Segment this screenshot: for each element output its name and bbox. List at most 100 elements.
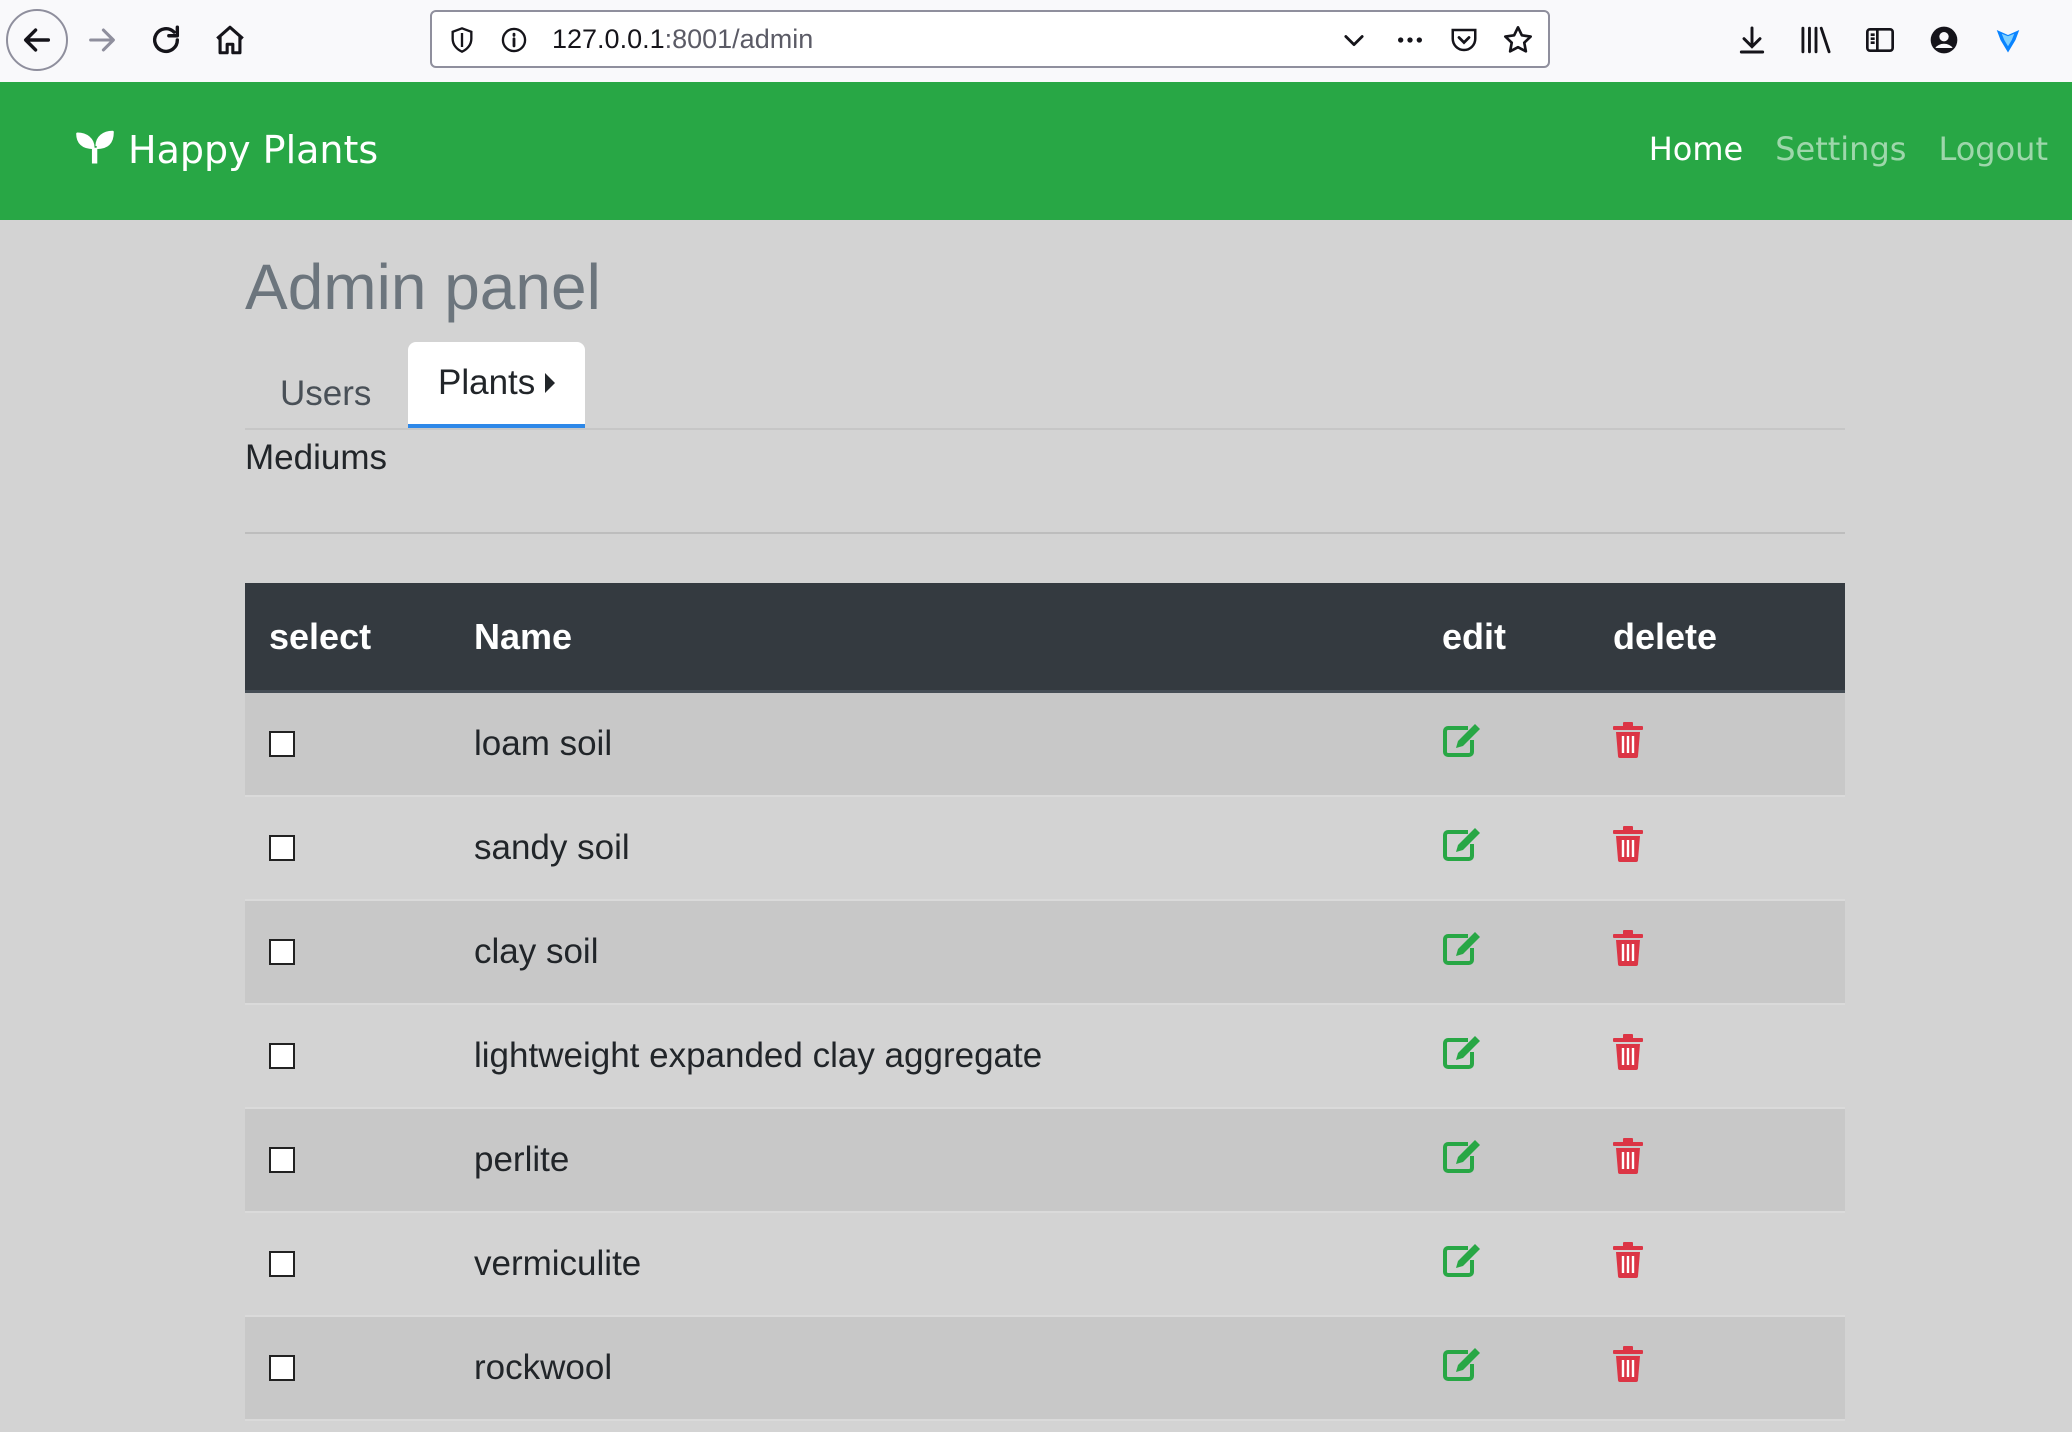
extension-icon[interactable] xyxy=(1984,16,2032,64)
section-divider xyxy=(245,532,1845,534)
tab-plants-label: Plants xyxy=(438,363,536,402)
row-checkbox[interactable] xyxy=(269,731,295,757)
trash-icon[interactable] xyxy=(1613,825,1643,862)
mediums-table: select Name edit delete loam soil sandy s… xyxy=(245,583,1845,1421)
name-cell: vermiculite xyxy=(474,1212,1442,1317)
page-title: Admin panel xyxy=(245,251,601,323)
trash-icon[interactable] xyxy=(1613,1345,1643,1382)
url-host: 127.0.0.1 xyxy=(552,24,665,54)
home-icon xyxy=(213,23,247,57)
url-text[interactable]: 127.0.0.1:8001/admin xyxy=(552,12,813,66)
name-cell: sandy soil xyxy=(474,796,1442,901)
header-delete: delete xyxy=(1613,583,1845,693)
select-cell xyxy=(245,1212,474,1317)
reload-button[interactable] xyxy=(136,10,196,70)
caret-right-icon xyxy=(545,373,556,393)
info-icon[interactable] xyxy=(498,24,530,56)
brand-name: Happy Plants xyxy=(128,128,379,172)
name-cell: loam soil xyxy=(474,691,1442,797)
star-icon[interactable] xyxy=(1502,24,1534,56)
name-cell: perlite xyxy=(474,1108,1442,1213)
edit-icon[interactable] xyxy=(1442,1138,1482,1174)
tab-users[interactable]: Users xyxy=(280,362,371,426)
select-cell xyxy=(245,691,474,797)
edit-cell xyxy=(1442,1108,1613,1213)
more-icon[interactable] xyxy=(1394,24,1426,56)
seedling-icon xyxy=(74,125,116,176)
reload-icon xyxy=(149,23,183,57)
download-icon[interactable] xyxy=(1728,16,1776,64)
delete-cell xyxy=(1613,691,1845,797)
back-button[interactable] xyxy=(6,9,68,71)
subtab-mediums[interactable]: Mediums xyxy=(245,438,387,478)
table-row: vermiculite xyxy=(245,1212,1845,1317)
row-checkbox[interactable] xyxy=(269,939,295,965)
row-checkbox[interactable] xyxy=(269,1251,295,1277)
table-row: loam soil xyxy=(245,691,1845,797)
trash-icon[interactable] xyxy=(1613,929,1643,966)
name-cell: clay soil xyxy=(474,900,1442,1005)
back-arrow-icon xyxy=(20,23,54,57)
app-navbar: Happy Plants Home Settings Logout xyxy=(0,82,2072,220)
table-header-row: select Name edit delete xyxy=(245,583,1845,693)
tab-plants[interactable]: Plants xyxy=(408,342,586,428)
select-cell xyxy=(245,900,474,1005)
admin-tabs: Users Plants xyxy=(245,342,1845,430)
select-cell xyxy=(245,796,474,901)
home-button[interactable] xyxy=(200,10,260,70)
header-name: Name xyxy=(474,583,1442,693)
edit-icon[interactable] xyxy=(1442,1242,1482,1278)
pocket-icon[interactable] xyxy=(1448,24,1480,56)
edit-cell xyxy=(1442,900,1613,1005)
address-bar[interactable]: 127.0.0.1:8001/admin xyxy=(430,10,1550,68)
edit-cell xyxy=(1442,691,1613,797)
table-body: loam soil sandy soil clay soil lightweight … xyxy=(245,691,1845,1421)
edit-icon[interactable] xyxy=(1442,1034,1482,1070)
table-row: rockwool xyxy=(245,1316,1845,1421)
account-icon[interactable] xyxy=(1920,16,1968,64)
url-path: :8001/admin xyxy=(664,24,814,54)
library-icon[interactable] xyxy=(1792,16,1840,64)
nav-link-logout[interactable]: Logout xyxy=(1938,130,2048,168)
row-checkbox[interactable] xyxy=(269,1355,295,1381)
row-checkbox[interactable] xyxy=(269,1147,295,1173)
trash-icon[interactable] xyxy=(1613,721,1643,758)
select-cell xyxy=(245,1108,474,1213)
select-cell xyxy=(245,1316,474,1421)
delete-cell xyxy=(1613,796,1845,901)
delete-cell xyxy=(1613,900,1845,1005)
delete-cell xyxy=(1613,1316,1845,1421)
table-row: sandy soil xyxy=(245,796,1845,901)
table-row: lightweight expanded clay aggregate xyxy=(245,1004,1845,1109)
forward-arrow-icon xyxy=(85,23,119,57)
sidebar-icon[interactable] xyxy=(1856,16,1904,64)
edit-cell xyxy=(1442,1004,1613,1109)
edit-icon[interactable] xyxy=(1442,1346,1482,1382)
shield-icon[interactable] xyxy=(446,24,478,56)
row-checkbox[interactable] xyxy=(269,1043,295,1069)
trash-icon[interactable] xyxy=(1613,1033,1643,1070)
edit-cell xyxy=(1442,1212,1613,1317)
edit-cell xyxy=(1442,1316,1613,1421)
table-row: clay soil xyxy=(245,900,1845,1005)
nav-link-settings[interactable]: Settings xyxy=(1775,130,1906,168)
delete-cell xyxy=(1613,1108,1845,1213)
header-edit: edit xyxy=(1442,583,1613,693)
browser-toolbar: 127.0.0.1:8001/admin xyxy=(0,0,2072,83)
edit-icon[interactable] xyxy=(1442,722,1482,758)
tab-users-label: Users xyxy=(280,374,372,413)
edit-icon[interactable] xyxy=(1442,930,1482,966)
header-select: select xyxy=(245,583,474,693)
trash-icon[interactable] xyxy=(1613,1137,1643,1174)
row-checkbox[interactable] xyxy=(269,835,295,861)
edit-icon[interactable] xyxy=(1442,826,1482,862)
name-cell: lightweight expanded clay aggregate xyxy=(474,1004,1442,1109)
chevron-down-icon[interactable] xyxy=(1338,24,1370,56)
brand-link[interactable]: Happy Plants xyxy=(74,122,378,178)
forward-button[interactable] xyxy=(72,10,132,70)
nav-link-home[interactable]: Home xyxy=(1649,130,1744,168)
edit-cell xyxy=(1442,796,1613,901)
nav-links: Home Settings Logout xyxy=(1649,130,2048,168)
trash-icon[interactable] xyxy=(1613,1241,1643,1278)
table-row: perlite xyxy=(245,1108,1845,1213)
